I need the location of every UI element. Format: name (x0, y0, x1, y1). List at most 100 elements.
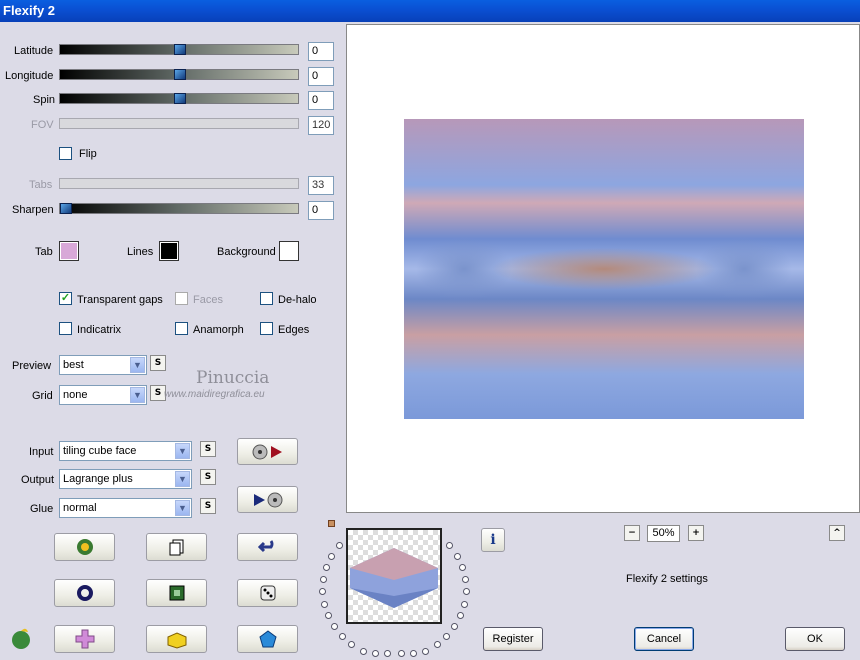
random-button[interactable] (54, 533, 115, 561)
info-button[interactable]: i (481, 528, 505, 552)
play-input-button[interactable] (237, 438, 298, 465)
dial-dot[interactable] (422, 647, 430, 655)
dial-dot[interactable] (359, 647, 367, 655)
grid-label: Grid (32, 390, 53, 402)
spin-value[interactable]: 0 (308, 91, 334, 110)
latitude-slider-thumb[interactable] (174, 44, 186, 55)
zoom-level: 50% (647, 525, 680, 542)
zoom-in-button[interactable]: + (688, 525, 704, 541)
register-button[interactable]: Register (483, 627, 543, 651)
preview-canvas[interactable] (346, 24, 860, 513)
sharpen-label: Sharpen (12, 204, 54, 216)
input-select-value: tiling cube face (63, 445, 137, 457)
chevron-down-icon: ▼ (130, 387, 145, 403)
cross-button[interactable] (54, 625, 115, 653)
spin-slider-thumb[interactable] (174, 93, 186, 104)
undo-button[interactable] (237, 533, 298, 561)
grid-select[interactable]: none ▼ (59, 385, 147, 405)
dial-dot[interactable] (443, 632, 451, 640)
dial-dot[interactable] (348, 641, 356, 649)
output-s-button[interactable]: S (200, 469, 216, 485)
dial-dot[interactable] (384, 650, 392, 657)
edges-checkbox[interactable] (260, 322, 273, 335)
dial-dot[interactable] (462, 575, 470, 583)
pentagon-button[interactable] (237, 625, 298, 653)
flip-checkbox[interactable] (59, 147, 72, 160)
dial-dot[interactable] (410, 650, 418, 657)
tabs-label: Tabs (29, 179, 53, 191)
edges-label: Edges (278, 324, 310, 336)
dehalo-label: De-halo (278, 294, 317, 306)
ring-button[interactable] (54, 579, 115, 607)
copy-button[interactable] (146, 533, 207, 561)
faces-label: Faces (193, 294, 223, 306)
sharpen-slider[interactable] (59, 203, 299, 214)
play-output-button[interactable] (237, 486, 298, 513)
lines-color-swatch[interactable] (159, 241, 179, 261)
navigator-corner-icon[interactable] (328, 520, 335, 527)
fov-label: FOV (31, 119, 54, 131)
input-select[interactable]: tiling cube face ▼ (59, 441, 192, 461)
dial-dot[interactable] (330, 623, 338, 631)
background-color-swatch[interactable] (279, 241, 299, 261)
block-icon (167, 632, 186, 649)
latitude-value[interactable]: 0 (308, 42, 334, 61)
disc-play-icon (252, 444, 282, 459)
transparent-gaps-checkbox[interactable]: ✓ (59, 292, 72, 305)
spin-slider[interactable] (59, 93, 299, 104)
dial-dot[interactable] (335, 542, 343, 550)
cancel-button[interactable]: Cancel (634, 627, 694, 651)
longitude-value[interactable]: 0 (308, 67, 334, 86)
dehalo-checkbox[interactable] (260, 292, 273, 305)
zoom-out-button[interactable]: − (624, 525, 640, 541)
chevron-down-icon: ▼ (175, 471, 190, 487)
glue-s-button[interactable]: S (200, 498, 216, 514)
dial-dot[interactable] (433, 641, 441, 649)
dial-dot[interactable] (322, 563, 330, 571)
block-button[interactable] (146, 625, 207, 653)
dial-dot[interactable] (397, 650, 405, 657)
dial-dot[interactable] (462, 588, 470, 596)
longitude-slider-thumb[interactable] (174, 69, 186, 80)
input-s-button[interactable]: S (200, 441, 216, 457)
randomize-icon (76, 539, 93, 555)
tab-color-label: Tab (35, 246, 53, 258)
preview-select[interactable]: best ▼ (59, 355, 147, 375)
tabs-value: 33 (308, 176, 334, 195)
dial-dot[interactable] (457, 612, 465, 620)
tab-color-swatch[interactable] (59, 241, 79, 261)
sharpen-slider-thumb[interactable] (60, 203, 72, 214)
dial-dot[interactable] (459, 563, 467, 571)
background-color-label: Background (217, 246, 276, 258)
preview-select-value: best (63, 359, 84, 371)
output-select[interactable]: Lagrange plus ▼ (59, 469, 192, 489)
dial-dot[interactable] (446, 542, 454, 550)
collapse-button[interactable]: ^ (829, 525, 845, 541)
longitude-slider[interactable] (59, 69, 299, 80)
dial-dot[interactable] (461, 600, 469, 608)
dice-button[interactable] (237, 579, 298, 607)
dial-dot[interactable] (319, 575, 327, 583)
preview-s-button[interactable]: S (150, 355, 166, 371)
sharpen-value[interactable]: 0 (308, 201, 334, 220)
spin-label: Spin (33, 94, 56, 106)
ok-button[interactable]: OK (785, 627, 845, 651)
dial-dot[interactable] (324, 612, 332, 620)
anamorph-checkbox[interactable] (175, 322, 188, 335)
dial-dot[interactable] (319, 588, 327, 596)
faces-checkbox (175, 292, 188, 305)
dial-dot[interactable] (451, 623, 459, 631)
input-label: Input (29, 446, 54, 458)
navigator-thumbnail[interactable] (346, 528, 442, 624)
ring-icon (76, 585, 93, 601)
latitude-slider[interactable] (59, 44, 299, 55)
chip-button[interactable] (146, 579, 207, 607)
dial-dot[interactable] (371, 650, 379, 657)
glue-select[interactable]: normal ▼ (59, 498, 192, 518)
dial-dot[interactable] (320, 600, 328, 608)
indicatrix-checkbox[interactable] (59, 322, 72, 335)
dial-dot[interactable] (328, 552, 336, 560)
dial-dot[interactable] (453, 552, 461, 560)
glue-select-value: normal (63, 502, 97, 514)
dial-dot[interactable] (338, 632, 346, 640)
